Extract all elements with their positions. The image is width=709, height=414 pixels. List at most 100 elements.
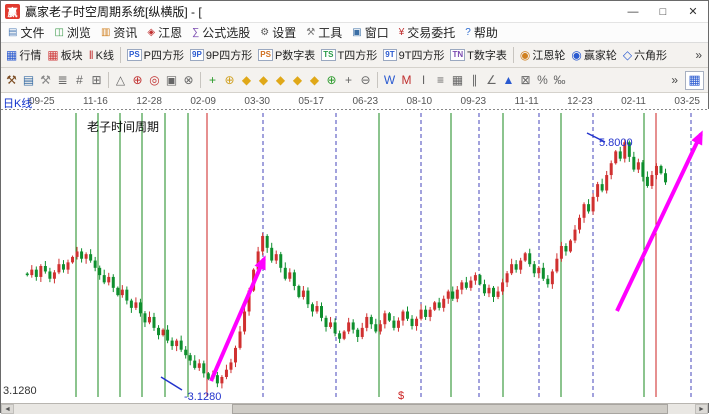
period-label[interactable]: 日K线 — [3, 95, 32, 111]
tool-hexagon[interactable]: ◇六角形 — [620, 47, 670, 63]
plus-icon[interactable]: + — [340, 74, 357, 86]
horizontal-scrollbar[interactable]: ◄ ► — [1, 403, 708, 414]
percent-icon[interactable]: % — [534, 74, 551, 86]
menu-label: 江恩 — [158, 24, 182, 41]
lines-icon[interactable]: ≣ — [54, 74, 71, 86]
permille-icon[interactable]: ‰ — [551, 74, 568, 86]
plus-circle-icon[interactable]: ⊕ — [323, 74, 340, 86]
menu-item-settings[interactable]: ⚙设置 — [255, 23, 301, 42]
date-tick: 02-09 — [190, 96, 216, 107]
beam-icon[interactable]: I — [415, 74, 432, 86]
tool-kline[interactable]: ‖K线 — [86, 47, 117, 63]
panel-layout-button[interactable]: ▦ — [685, 71, 704, 90]
gold-diamond-icon[interactable]: ◆ — [255, 74, 272, 86]
menu-item-file[interactable]: ▤文件 — [3, 23, 49, 42]
menu-item-trade-orders[interactable]: ¥交易委托 — [394, 23, 461, 42]
hash-grid-icon[interactable]: # — [71, 74, 88, 86]
tool-label: 行情 — [19, 47, 41, 63]
menu-item-gann[interactable]: ◈江恩 — [142, 23, 187, 42]
tool-winner-wheel[interactable]: ◉赢家轮 — [568, 47, 619, 63]
box-x-icon[interactable]: ⊠ — [517, 74, 534, 86]
news-icon: ▥ — [101, 28, 110, 38]
tool-label: 赢家轮 — [584, 47, 617, 63]
tool-9p-square[interactable]: 9P9P四方形 — [187, 47, 255, 63]
menu-item-window[interactable]: ▣ 窗口 — [347, 23, 393, 42]
up-triangle-icon[interactable]: ▲ — [500, 74, 517, 86]
circle-icon[interactable]: ◎ — [146, 74, 163, 86]
gold-circle-icon[interactable]: ⊕ — [221, 74, 238, 86]
tool-quotes[interactable]: ▦行情 — [3, 47, 44, 63]
drawing-toolbar-overflow-chevron[interactable]: » — [669, 73, 680, 87]
minimize-button[interactable]: — — [618, 1, 648, 22]
triangle-icon[interactable]: △ — [112, 74, 129, 86]
chart-header: 日K线 09-2511-1612-2802-0903-3005-1706-230… — [1, 93, 708, 109]
window-icon: ▣ — [352, 28, 361, 38]
table-icon[interactable]: ▦ — [449, 74, 466, 86]
gold-diamond-icon[interactable]: ◆ — [272, 74, 289, 86]
tools-icon: ⚒ — [306, 28, 315, 38]
toolbar-separator — [108, 72, 109, 88]
tool-9t-square[interactable]: 9T9T四方形 — [380, 47, 447, 63]
title-bar: 赢 赢家老子时空周期系统[纵横版] - [ — □ ✕ — [1, 1, 708, 23]
date-tick: 11-16 — [83, 96, 108, 107]
gold-diamond-icon[interactable]: ◆ — [238, 74, 255, 86]
tool-label: K线 — [96, 47, 114, 63]
panel-icon[interactable]: ▤ — [20, 74, 37, 86]
angle-icon[interactable]: ∠ — [483, 74, 500, 86]
gold-diamond-icon[interactable]: ◆ — [306, 74, 323, 86]
tool-p-number-table[interactable]: PSP数字表 — [255, 47, 318, 63]
toolbar-overflow-chevron[interactable]: » — [693, 48, 704, 62]
m-wave-icon[interactable]: M — [398, 74, 415, 86]
drawing-toolbar: » ▦ ⚒▤⚒≣#⊞△⊕◎▣⊗+⊕◆◆◆◆◆⊕+⊖WMI≡▦∥∠▲⊠%‰ — [1, 68, 708, 93]
toolbar-separator — [200, 72, 201, 88]
menu-item-browse[interactable]: ◫浏览 — [49, 23, 95, 42]
toolbar-separator — [120, 47, 121, 63]
sectors-icon: ▦ — [47, 49, 58, 61]
menu-item-news[interactable]: ▥资讯 — [96, 23, 142, 42]
tool-sectors[interactable]: ▦板块 — [44, 47, 85, 63]
toolbar-separator — [513, 47, 514, 63]
menu-label: 资讯 — [113, 24, 137, 41]
t-number-table-icon: TN — [450, 49, 465, 61]
chart-label-title: 老子时间周期 — [87, 120, 159, 134]
tool-label: T四方形 — [338, 47, 378, 63]
menu-item-formula-stock-pick[interactable]: ∑公式选股 — [187, 23, 255, 42]
kline-icon: ‖ — [89, 49, 94, 61]
date-tick: 09-23 — [461, 96, 487, 107]
formula-stock-pick-icon: ∑ — [192, 28, 199, 38]
minus-circle-icon[interactable]: ⊖ — [357, 74, 374, 86]
w-wave-icon[interactable]: W — [381, 74, 398, 86]
trend-arrows — [161, 133, 701, 390]
date-tick: 12-28 — [136, 96, 162, 107]
tools-icon[interactable]: ⚒ — [37, 74, 54, 86]
date-tick: 02-11 — [621, 96, 646, 107]
chart-label-axis_low: 3.1280 — [3, 385, 37, 397]
menu-item-tools[interactable]: ⚒工具 — [301, 23, 347, 42]
menu-label: 窗口 — [365, 24, 389, 41]
tool-t-square[interactable]: TST四方形 — [318, 47, 380, 63]
menu-item-help[interactable]: ?帮助 — [460, 23, 503, 42]
hammer-icon[interactable]: ⚒ — [3, 74, 20, 86]
tool-label: P数字表 — [275, 47, 315, 63]
target-icon[interactable]: ⊕ — [129, 74, 146, 86]
chart-label-dollar: $ — [398, 390, 404, 402]
tool-p-square[interactable]: PSP四方形 — [124, 47, 187, 63]
t-square-icon: TS — [321, 49, 335, 61]
hamburger-icon[interactable]: ≡ — [432, 74, 449, 86]
date-tick: 03-25 — [674, 96, 700, 107]
gold-diamond-icon[interactable]: ◆ — [289, 74, 306, 86]
candlestick-chart[interactable]: 老子时间周期5.8000-3.12803.1280$ — [1, 109, 709, 403]
cross-circle-icon[interactable]: ⊗ — [180, 74, 197, 86]
tool-gann-wheel[interactable]: ◉江恩轮 — [517, 47, 568, 63]
square-icon[interactable]: ▣ — [163, 74, 180, 86]
close-button[interactable]: ✕ — [678, 1, 708, 22]
parallel-lines-icon[interactable]: ∥ — [466, 74, 483, 86]
p-number-table-icon: PS — [258, 49, 273, 61]
main-toolbar: » ▦行情▦板块‖K线PSP四方形9P9P四方形PSP数字表TST四方形9T9T… — [1, 43, 708, 68]
green-cross-icon[interactable]: + — [204, 74, 221, 86]
menu-bar: ▤文件◫浏览▥资讯◈江恩∑公式选股⚙设置⚒工具▣窗口¥交易委托?帮助 — [1, 23, 708, 43]
window-grid-icon[interactable]: ⊞ — [88, 74, 105, 86]
date-axis: 09-2511-1612-2802-0903-3005-1706-2308-10… — [29, 96, 700, 107]
maximize-button[interactable]: □ — [648, 1, 678, 22]
tool-t-number-table[interactable]: TNT数字表 — [447, 47, 509, 63]
